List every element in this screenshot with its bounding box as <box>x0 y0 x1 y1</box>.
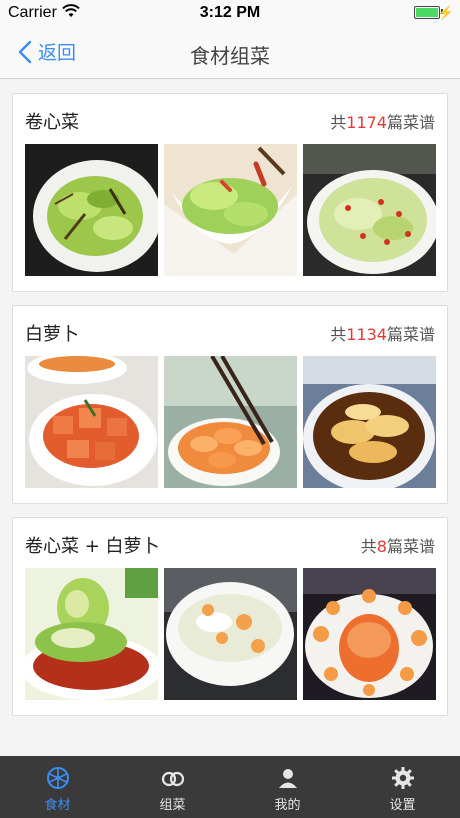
combo-card-cabbage[interactable]: 卷心菜 共1174篇菜谱 <box>12 93 448 292</box>
tab-label: 设置 <box>389 798 416 813</box>
tab-mine[interactable]: 我的 <box>230 756 345 818</box>
page-title: 食材组菜 <box>190 44 270 68</box>
count-suffix: 篇菜谱 <box>386 113 435 132</box>
dish-photo[interactable] <box>303 144 436 276</box>
ingredients-icon <box>46 767 69 789</box>
dish-photo[interactable] <box>303 568 436 700</box>
tab-ingredients[interactable]: 食材 <box>0 756 115 818</box>
tab-settings[interactable]: 设置 <box>345 756 460 818</box>
combo-card-cabbage-radish[interactable]: 卷心菜 + 白萝卜 共8篇菜谱 <box>12 517 448 716</box>
user-icon <box>278 769 297 788</box>
dish-photo[interactable] <box>25 144 158 276</box>
thumbnail-row <box>25 568 436 700</box>
combo-icon <box>161 771 184 787</box>
count-number: 8 <box>376 537 387 556</box>
tab-label: 我的 <box>274 798 301 813</box>
dish-photo[interactable] <box>25 568 158 700</box>
tab-label: 食材 <box>44 798 71 813</box>
tab-label: 组菜 <box>159 798 186 813</box>
card-title: 卷心菜 + 白萝卜 <box>25 536 160 557</box>
tab-combo[interactable]: 组菜 <box>115 756 230 818</box>
battery-icon <box>414 6 440 19</box>
charging-icon: ⚡ <box>437 5 454 20</box>
dish-photo[interactable] <box>164 144 297 276</box>
card-title: 卷心菜 <box>25 112 79 133</box>
count-number: 1174 <box>346 113 387 132</box>
status-bar: Carrier 3:12 PM ⚡ <box>0 0 460 28</box>
recipe-count: 共8篇菜谱 <box>361 533 435 557</box>
count-number: 1134 <box>346 325 387 344</box>
recipe-count: 共1134篇菜谱 <box>330 321 435 345</box>
combo-list: 卷心菜 共1174篇菜谱 白萝卜 共1134篇菜谱 卷心菜 + 白萝卜 共8篇菜… <box>0 80 460 756</box>
count-prefix: 共 <box>360 537 377 556</box>
recipe-count: 共1174篇菜谱 <box>330 109 435 133</box>
card-title: 白萝卜 <box>25 324 79 345</box>
count-prefix: 共 <box>330 325 347 344</box>
thumbnail-row <box>25 356 436 488</box>
count-prefix: 共 <box>330 113 347 132</box>
count-suffix: 篇菜谱 <box>386 325 435 344</box>
dish-photo[interactable] <box>164 568 297 700</box>
dish-photo[interactable] <box>164 356 297 488</box>
dish-photo[interactable] <box>303 356 436 488</box>
dish-photo[interactable] <box>25 356 158 488</box>
combo-card-radish[interactable]: 白萝卜 共1134篇菜谱 <box>12 305 448 504</box>
count-suffix: 篇菜谱 <box>386 537 435 556</box>
gear-icon <box>391 767 414 789</box>
tab-bar: 食材 组菜 我的 设置 <box>0 756 460 818</box>
navigation-bar: 返回 食材组菜 <box>0 28 460 79</box>
thumbnail-row <box>25 144 436 276</box>
clock-time: 3:12 PM <box>199 4 261 21</box>
